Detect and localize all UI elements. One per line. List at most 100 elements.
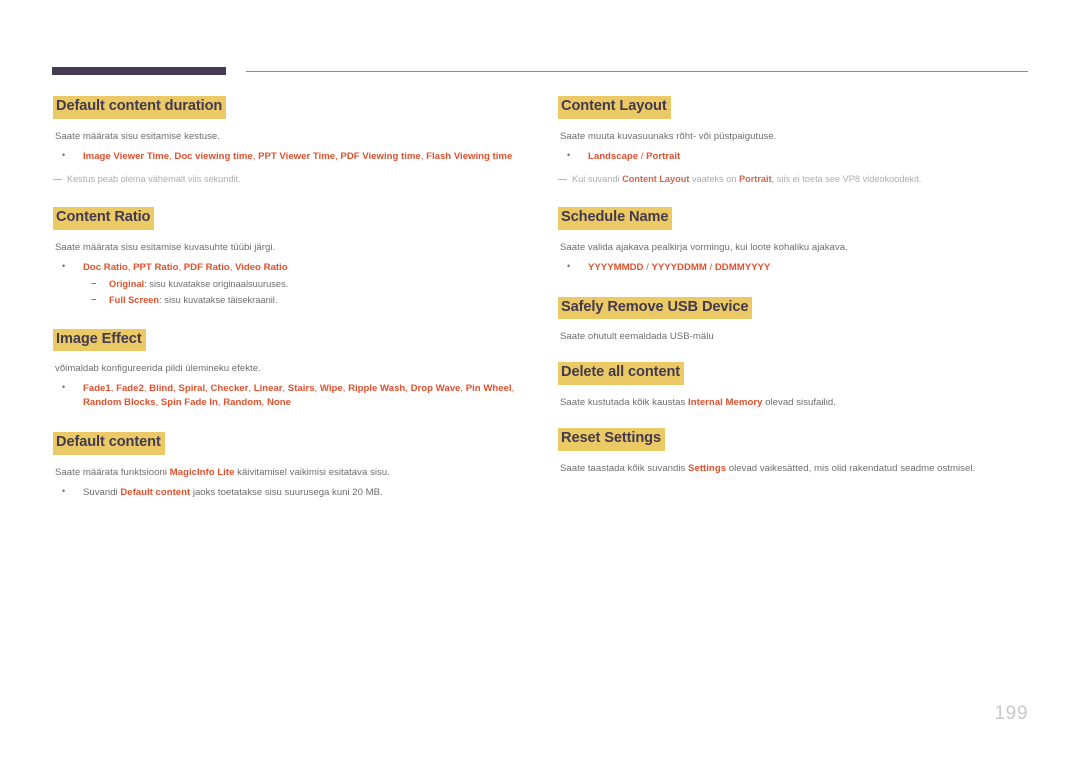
section-heading: Default content	[53, 432, 523, 455]
sub-option-text: : sisu kuvatakse originaalsuuruses.	[144, 278, 289, 289]
header-accent-bar	[52, 67, 226, 75]
section-default-content: Default content Saate määrata funktsioon…	[53, 432, 523, 500]
body-text-pre: Saate kustutada kõik kaustas	[560, 397, 689, 409]
option-label: Random	[223, 397, 262, 409]
option-label: Pin Wheel	[465, 383, 512, 395]
option-label: YYYYMMDD	[588, 261, 644, 273]
section-heading-label: Default content	[53, 432, 165, 455]
option-label: Fade2	[116, 383, 144, 395]
option-separator: /	[706, 261, 715, 273]
option-label: Video Ratio	[234, 261, 288, 273]
section-body: Saate ohutult eemaldada USB-mälu	[560, 331, 714, 343]
note-text-post: , siis ei toeta see VP8 videokoodekit.	[771, 173, 922, 184]
body-keyword: Internal Memory	[688, 397, 763, 409]
section-body: Saate valida ajakava pealkirja vormingu,…	[560, 241, 848, 253]
option-label: Blind	[149, 383, 174, 395]
left-column: Default content duration Saate määrata s…	[53, 96, 523, 500]
body-keyword: Settings	[688, 462, 727, 474]
option-label: Flash Viewing time	[426, 150, 513, 162]
section-safely-remove-usb-device: Safely Remove USB Device Saate ohutult e…	[558, 296, 1028, 345]
section-body: võimaldab konfigureerida pildi ülemineku…	[55, 363, 261, 375]
section-body: Saate määrata sisu esitamise kestuse.	[55, 130, 220, 142]
option-list: Landscape / Portrait	[558, 149, 1028, 164]
option-list: Fade1, Fade2, Blind, Spiral, Checker, Li…	[53, 381, 523, 410]
list-item: YYYYMMDD / YYYYDDMM / DDMMYYYY	[558, 260, 1028, 275]
section-heading: Safely Remove USB Device	[558, 296, 1028, 320]
section-reset-settings: Reset Settings Saate taastada kõik suvan…	[558, 427, 1028, 476]
section-heading-label: Image Effect	[53, 328, 146, 352]
bullet-text-pre: Suvandi	[83, 486, 121, 498]
section-heading-label: Safely Remove USB Device	[558, 296, 753, 320]
section-heading-label: Delete all content	[558, 362, 685, 386]
option-label: Ripple Wash	[348, 383, 406, 395]
option-label: PPT Ratio	[133, 261, 179, 273]
section-heading: Image Effect	[53, 328, 523, 352]
section-delete-all-content: Delete all content Saate kustutada kõik …	[558, 362, 1028, 410]
section-schedule-name: Schedule Name Saate valida ajakava pealk…	[558, 207, 1028, 275]
option-label: None	[266, 397, 291, 409]
body-text-post: käivitamisel vaikimisi esitatava sisu.	[234, 466, 390, 478]
body-text-pre: Saate määrata funktsiooni	[55, 466, 170, 478]
section-body: Saate kustutada kõik kaustas Internal Me…	[560, 397, 1028, 410]
option-label: Spin Fade In	[160, 397, 218, 409]
note-term: Portrait	[738, 173, 772, 184]
sub-option-text: : sisu kuvatakse täisekraanil.	[159, 294, 278, 305]
option-label: Stairs	[287, 383, 315, 395]
section-heading: Default content duration	[53, 96, 523, 119]
option-label: Landscape	[588, 150, 639, 162]
section-heading-label: Default content duration	[53, 96, 227, 119]
list-item: Suvandi Default content jaoks toetatakse…	[53, 485, 523, 500]
option-label: PPT Viewer Time	[258, 150, 336, 162]
note-text-pre: Kui suvandi	[572, 173, 623, 184]
section-heading: Reset Settings	[558, 427, 1028, 451]
right-column: Content Layout Saate muuta kuvasuunaks r…	[558, 96, 1028, 476]
option-label: YYYYDDMM	[651, 261, 707, 273]
list-item: Landscape / Portrait	[558, 149, 1028, 164]
section-default-content-duration: Default content duration Saate määrata s…	[53, 96, 523, 185]
option-separator: /	[638, 150, 647, 162]
section-body: Saate määrata funktsiooni MagicInfo Lite…	[55, 467, 523, 480]
body-text-post: olevad vaikesätted, mis olid rakendatud …	[726, 462, 976, 474]
option-list: Doc Ratio, PPT Ratio, PDF Ratio, Video R…	[53, 260, 523, 307]
option-label: PDF Ratio	[183, 261, 230, 273]
bullet-keyword: Default content	[120, 486, 191, 498]
list-item: Full Screen: sisu kuvatakse täisekraanil…	[83, 293, 523, 307]
option-label: Checker	[210, 383, 249, 395]
list-item: Image Viewer Time, Doc viewing time, PPT…	[53, 149, 523, 164]
section-heading: Delete all content	[558, 362, 1028, 386]
section-body: Saate taastada kõik suvandis Settings ol…	[560, 463, 1028, 476]
body-keyword: MagicInfo Lite	[169, 466, 235, 478]
option-label: Spiral	[178, 383, 206, 395]
option-list: Image Viewer Time, Doc viewing time, PPT…	[53, 149, 523, 164]
section-content-ratio: Content Ratio Saate määrata sisu esitami…	[53, 207, 523, 307]
option-label: Linear	[253, 383, 283, 395]
section-heading: Content Layout	[558, 96, 1028, 119]
section-heading-label: Content Layout	[558, 96, 671, 119]
section-heading-label: Schedule Name	[558, 207, 673, 230]
sub-option-term: Full Screen	[109, 294, 160, 305]
section-heading-label: Content Ratio	[53, 207, 155, 230]
option-label: Doc Ratio	[83, 261, 128, 273]
sub-option-list: Original: sisu kuvatakse originaalsuurus…	[83, 277, 523, 307]
option-label: Random Blocks	[83, 397, 156, 409]
section-body: Saate muuta kuvasuunaks rõht- või püstpa…	[560, 130, 777, 142]
list-item: Original: sisu kuvatakse originaalsuurus…	[83, 277, 523, 291]
list-item: Fade1, Fade2, Blind, Spiral, Checker, Li…	[53, 381, 523, 410]
note-line: Kui suvandi Content Layout vaateks on Po…	[558, 173, 1028, 185]
option-label: Image Viewer Time	[83, 150, 170, 162]
sub-option-term: Original	[109, 278, 145, 289]
option-label: Wipe	[319, 383, 343, 395]
page-number: 199	[994, 703, 1028, 724]
note-term: Content Layout	[622, 173, 690, 184]
option-list: Suvandi Default content jaoks toetatakse…	[53, 485, 523, 500]
body-text-pre: Saate taastada kõik suvandis	[560, 462, 689, 474]
option-label: Drop Wave	[410, 383, 461, 395]
option-label: Portrait	[646, 150, 681, 162]
note-line: Kestus peab olema vähemalt viis sekundit…	[53, 173, 523, 185]
list-item: Doc Ratio, PPT Ratio, PDF Ratio, Video R…	[53, 260, 523, 307]
option-label: PDF Viewing time	[340, 150, 421, 162]
note-text-mid: vaateks on	[689, 173, 739, 184]
manual-page: Default content duration Saate määrata s…	[0, 0, 1080, 763]
option-label: DDMMYYYY	[714, 261, 771, 273]
option-label: Doc viewing time	[174, 150, 253, 162]
